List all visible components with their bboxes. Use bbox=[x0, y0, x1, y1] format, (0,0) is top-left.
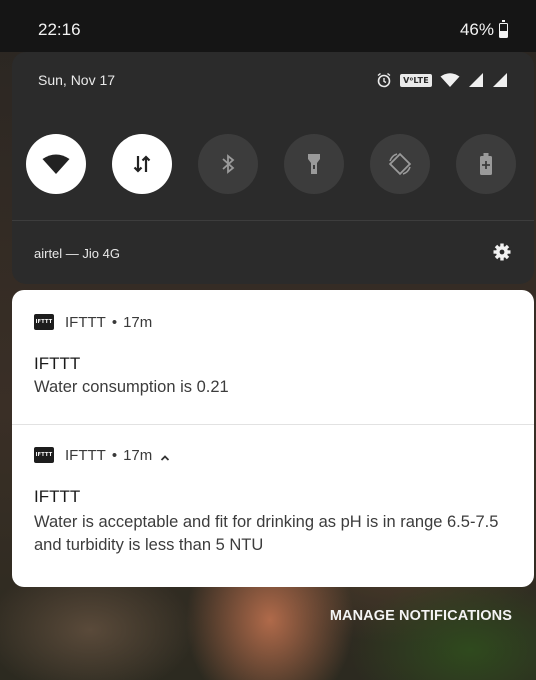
bluetooth-icon bbox=[222, 154, 235, 174]
wifi-toggle[interactable] bbox=[26, 134, 86, 194]
flashlight-toggle[interactable] bbox=[284, 134, 344, 194]
header-separator: • bbox=[111, 313, 118, 331]
flashlight-icon bbox=[308, 154, 320, 174]
manage-notifications-button[interactable]: MANAGE NOTIFICATIONS bbox=[330, 608, 512, 624]
mobile-data-toggle[interactable] bbox=[112, 134, 172, 194]
wifi-status-icon bbox=[440, 72, 460, 88]
qs-divider bbox=[12, 220, 534, 221]
date-label: Sun, Nov 17 bbox=[38, 72, 116, 88]
battery-percent: 46% bbox=[459, 20, 494, 39]
carrier-label: airtel — Jio 4G bbox=[34, 246, 120, 261]
battery-saver-icon bbox=[480, 153, 492, 175]
status-icons: V⁰LTE bbox=[376, 70, 508, 90]
rotate-icon bbox=[388, 152, 412, 176]
notification-header: IFTTT IFTTT • 17m bbox=[34, 312, 152, 332]
notification-text: Water is acceptable and fit for drinking… bbox=[34, 513, 499, 554]
notification-card-expanded[interactable]: IFTTT IFTTT • 17m IFTTT Water is accepta… bbox=[12, 425, 534, 587]
status-bar: 22:16 46% bbox=[0, 0, 536, 52]
alarm-icon bbox=[376, 72, 392, 88]
status-time: 22:16 bbox=[38, 20, 81, 39]
notification-header: IFTTT IFTTT • 17m bbox=[34, 445, 170, 465]
header-separator: • bbox=[111, 446, 118, 464]
data-arrows-icon bbox=[133, 155, 151, 173]
quick-settings-panel: Sun, Nov 17 V⁰LTE airtel — Jio 4G bbox=[12, 52, 534, 284]
app-name: IFTTT bbox=[65, 446, 106, 464]
ifttt-app-icon: IFTTT bbox=[34, 314, 54, 330]
notification-card[interactable]: IFTTT IFTTT • 17m IFTTT Water consumptio… bbox=[12, 290, 534, 424]
chevron-up-icon[interactable] bbox=[160, 450, 170, 461]
gear-icon[interactable] bbox=[492, 242, 512, 262]
notification-title: IFTTT bbox=[34, 354, 81, 373]
ifttt-app-icon: IFTTT bbox=[34, 447, 54, 463]
notification-time: 17m bbox=[123, 446, 153, 464]
signal-icon-2 bbox=[492, 72, 508, 88]
notification-text: Water consumption is 0.21 bbox=[34, 378, 229, 396]
bluetooth-toggle[interactable] bbox=[198, 134, 258, 194]
volte-badge: V⁰LTE bbox=[400, 73, 432, 87]
notification-title: IFTTT bbox=[34, 487, 81, 506]
auto-rotate-toggle[interactable] bbox=[370, 134, 430, 194]
battery-saver-toggle[interactable] bbox=[456, 134, 516, 194]
battery-icon bbox=[499, 20, 508, 38]
notification-time: 17m bbox=[123, 313, 153, 331]
quick-toggles bbox=[26, 134, 522, 194]
app-name: IFTTT bbox=[65, 313, 106, 331]
wifi-icon bbox=[42, 154, 70, 174]
signal-icon-1 bbox=[468, 72, 484, 88]
